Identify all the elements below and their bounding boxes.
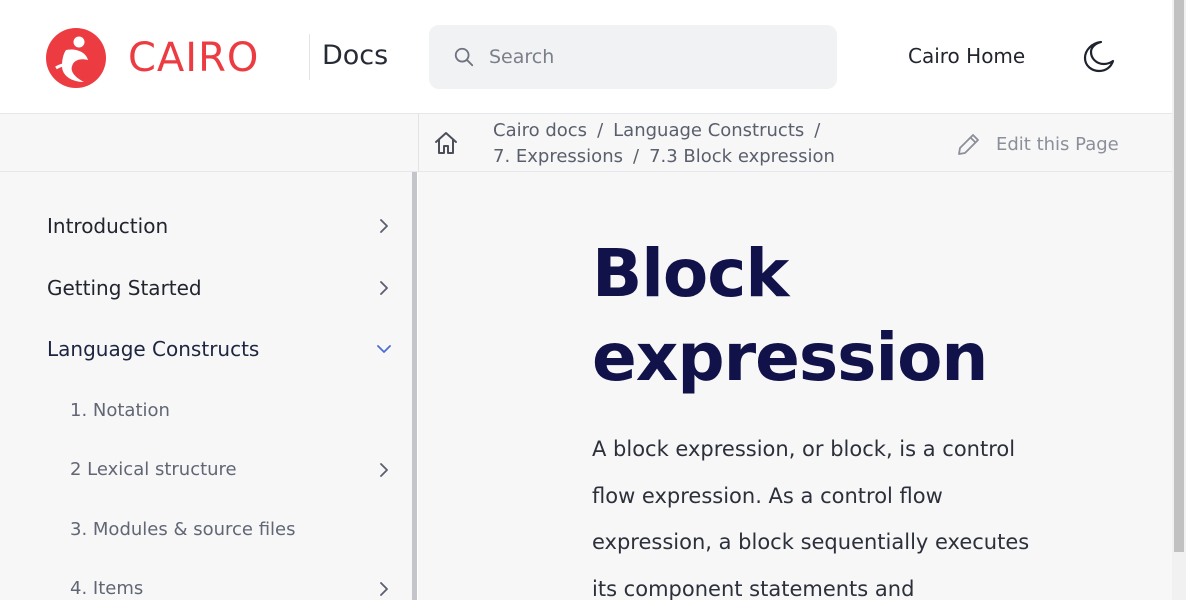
breadcrumb-current: 7.3 Block expression: [649, 146, 835, 167]
edit-page-label: Edit this Page: [996, 133, 1119, 155]
page-scrollbar-thumb[interactable]: [1174, 0, 1184, 552]
sidebar-item-label: 4. Items: [70, 578, 144, 599]
chevron-right-icon: [380, 462, 388, 477]
sidebar-item-label: 1. Notation: [70, 400, 170, 421]
sidebar-subbar: [0, 114, 418, 172]
search-input[interactable]: [489, 46, 809, 68]
sidebar-scrollbar[interactable]: [412, 172, 417, 600]
chevron-down-icon: [377, 345, 391, 353]
cairo-home-link[interactable]: Cairo Home: [908, 44, 1025, 68]
sidebar-item-notation[interactable]: 1. Notation: [70, 400, 392, 421]
sidebar-item-label: 2 Lexical structure: [70, 459, 237, 480]
logo-divider: [309, 34, 310, 80]
sidebar-item-label: Getting Started: [47, 276, 202, 300]
edit-page-link[interactable]: Edit this Page: [956, 131, 1119, 157]
chevron-right-icon: [380, 281, 388, 295]
sidebar-item-introduction[interactable]: Introduction: [47, 214, 392, 238]
sidebar-item-lexical-structure[interactable]: 2 Lexical structure: [70, 459, 392, 480]
sidebar-item-modules[interactable]: 3. Modules & source files: [70, 519, 392, 540]
sidebar-item-label: 3. Modules & source files: [70, 519, 296, 540]
breadcrumb-separator: /: [632, 146, 640, 167]
breadcrumb-item[interactable]: Language Constructs: [613, 120, 804, 141]
breadcrumb-item[interactable]: 7. Expressions: [493, 146, 623, 167]
page-title-line: expression: [592, 319, 988, 396]
cairo-logo-icon: [46, 28, 106, 88]
pencil-icon: [958, 134, 979, 155]
breadcrumb-separator: /: [814, 120, 821, 141]
chevron-right-icon: [380, 219, 388, 233]
breadcrumb-separator: /: [597, 120, 604, 141]
search-icon: [454, 47, 474, 67]
sidebar-item-getting-started[interactable]: Getting Started: [47, 276, 392, 300]
breadcrumb: Cairo docs / Language Constructs / 7. Expres…: [493, 118, 893, 170]
sidebar-item-language-constructs[interactable]: Language Constructs: [47, 337, 392, 361]
page-title: Block expression: [592, 232, 1052, 400]
sidebar-item-items[interactable]: 4. Items: [70, 578, 392, 599]
sidebar-item-label: Introduction: [47, 214, 169, 238]
top-header: CAIRO Docs Cairo Home: [0, 0, 1172, 114]
intro-paragraph: A block expression, or block, is a contr…: [592, 437, 1030, 600]
sidebar-item-label: Language Constructs: [47, 337, 260, 361]
chevron-right-icon: [380, 581, 388, 596]
page-title-line: Block: [592, 235, 789, 312]
moon-icon[interactable]: [1080, 38, 1116, 74]
docs-label[interactable]: Docs: [322, 40, 388, 71]
logo-wordmark: CAIRO: [128, 35, 260, 81]
breadcrumb-item[interactable]: Cairo docs: [493, 120, 587, 141]
search-box[interactable]: [429, 25, 837, 89]
home-icon[interactable]: [432, 129, 460, 157]
cairo-logo[interactable]: CAIRO: [46, 28, 259, 88]
